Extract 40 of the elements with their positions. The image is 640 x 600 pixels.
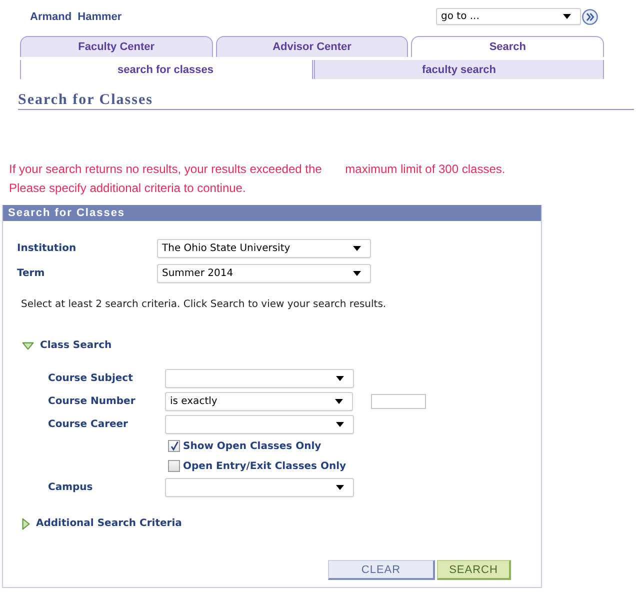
instruction-text: Select at least 2 search criteria. Click Search to view your search results. — [21, 298, 386, 312]
checkbox[interactable] — [168, 460, 180, 472]
dropdown[interactable]: The Ohio State University — [157, 239, 371, 258]
caret-icon — [336, 485, 344, 490]
input-field[interactable] — [371, 394, 426, 409]
caret-icon — [563, 14, 571, 19]
tab[interactable]: Search — [411, 36, 604, 57]
checkbox-label: Show Open Classes Only — [183, 440, 322, 452]
section-toggle[interactable]: Class Search — [22, 338, 112, 353]
caret-icon — [353, 246, 361, 251]
field-label: Term — [17, 268, 45, 279]
subtab[interactable]: faculty search — [312, 60, 604, 79]
search-button[interactable]: SEARCH — [437, 560, 511, 580]
field-label: Institution — [17, 243, 76, 254]
dropdown[interactable] — [165, 369, 354, 388]
tab[interactable]: Advisor Center — [216, 36, 408, 57]
dropdown[interactable] — [165, 415, 354, 434]
checkbox[interactable] — [168, 440, 180, 452]
dropdown[interactable] — [165, 478, 354, 497]
field-label: Course Career — [48, 419, 128, 430]
tab[interactable]: Faculty Center — [20, 36, 213, 57]
caret-icon — [353, 271, 361, 276]
caret-icon — [335, 399, 343, 404]
field-label: Course Subject — [48, 373, 133, 384]
clear-button[interactable]: CLEAR — [328, 560, 435, 580]
caret-icon — [336, 376, 344, 381]
field-label: Campus — [48, 482, 93, 493]
goto-dropdown[interactable]: go to ... — [436, 8, 581, 25]
checkbox-label: Open Entry/Exit Classes Only — [183, 460, 346, 472]
panel-header: Search for Classes — [3, 205, 541, 221]
section-toggle[interactable]: Additional Search Criteria — [22, 516, 182, 531]
user-name: Armand Hammer — [30, 11, 122, 23]
field-label: Course Number — [48, 396, 136, 407]
dropdown[interactable]: is exactly — [165, 392, 353, 411]
page-title: Search for Classes — [18, 91, 153, 109]
double-chevron-icon[interactable] — [582, 8, 598, 24]
error-message: If your search returns no results, your results exceeded the maximum limit of 300 classes. — [9, 161, 506, 178]
dropdown[interactable]: Summer 2014 — [157, 264, 371, 283]
caret-icon — [336, 422, 344, 427]
error-message: Please specify additional criteria to continue. — [9, 180, 246, 197]
